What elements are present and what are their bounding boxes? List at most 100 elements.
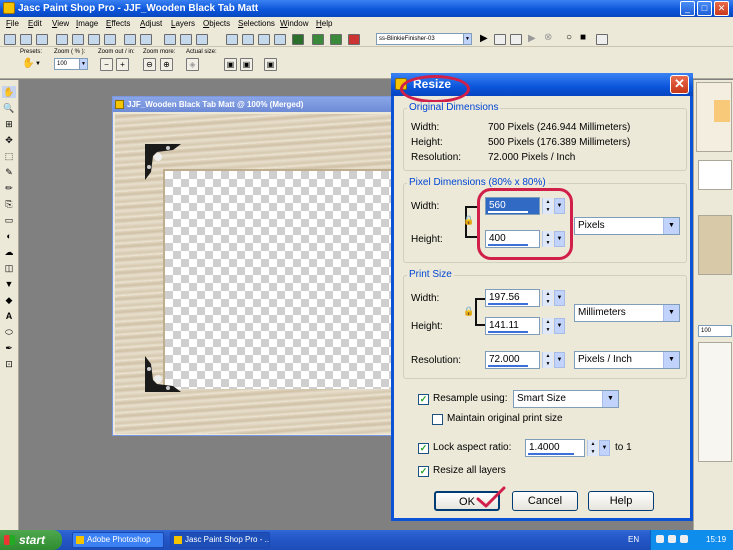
menu-window[interactable]: Window [280,17,308,31]
tray-icon[interactable] [656,535,664,543]
wooden-frame-image[interactable] [115,114,411,434]
preset-shape-tool-icon[interactable]: ⬭ [2,326,16,338]
menu-file[interactable]: File [6,17,19,31]
copy-icon[interactable] [88,34,100,45]
print-units-select[interactable]: Millimeters ▼ [574,304,680,322]
edit-script-icon[interactable] [494,34,506,45]
move-tool-icon[interactable]: ✥ [2,134,16,146]
redo-icon[interactable] [140,34,152,45]
menu-view[interactable]: View [52,17,69,31]
camera-icon[interactable] [180,34,192,45]
print-width-spinner[interactable]: ▲ ▼ [542,290,553,306]
materials-icon[interactable] [226,34,238,45]
zoom-in-icon[interactable]: + [116,58,129,71]
fit-image-icon[interactable]: ▣ [240,58,253,71]
resize-all-layers-checkbox[interactable]: ✓ [418,466,429,477]
print-height-dropdown[interactable]: ▼ [554,318,565,334]
print-height-spinner[interactable]: ▲ ▼ [542,318,553,334]
print-resolution-spinner[interactable]: ▲ ▼ [542,352,553,368]
layers-icon[interactable] [242,34,254,45]
menu-help[interactable]: Help [316,17,332,31]
window-fit-icon[interactable]: ▣ [264,58,277,71]
taskbar-item-paintshop[interactable]: Jasc Paint Shop Pro - ... [170,532,270,548]
taskbar-item-photoshop[interactable]: Adobe Photoshop [72,532,164,548]
new-file-icon[interactable] [4,34,16,45]
object-selector-tool-icon[interactable]: ⊡ [2,358,16,370]
menu-objects[interactable]: Objects [203,17,230,31]
print-height-input[interactable]: 141.11 [485,317,540,335]
app-icon[interactable] [3,2,15,14]
print-resolution-dropdown[interactable]: ▼ [554,352,565,368]
overview-icon[interactable] [274,34,286,45]
photo-landscape-icon[interactable] [312,34,324,45]
resolution-units-select[interactable]: Pixels / Inch ▼ [574,351,680,369]
maximize-button[interactable]: □ [697,1,712,16]
zoom-tool-icon[interactable]: 🔍 [2,102,16,114]
paste-icon[interactable] [104,34,116,45]
pause-icon[interactable]: ▶ [528,33,536,44]
text-tool-icon[interactable]: A [2,310,16,322]
maintain-print-checkbox[interactable] [432,414,443,425]
network-icon[interactable] [680,535,688,543]
color-swatch[interactable] [714,100,730,122]
menu-layers[interactable]: Layers [171,17,195,31]
photo-tree-icon[interactable] [330,34,342,45]
print-icon[interactable] [56,34,68,45]
document-title-bar[interactable]: JJF_Wooden Black Tab Matt @ 100% (Merged… [113,97,411,112]
resample-select[interactable]: Smart Size ▼ [513,390,619,408]
selection-tool-icon[interactable]: ⬚ [2,150,16,162]
script-select[interactable]: ss-BlinkieFinisher-03 ▼ [376,33,472,45]
browse-icon[interactable] [164,34,176,45]
deform-tool-icon[interactable]: ⊞ [2,118,16,130]
dropper-tool-icon[interactable]: ✎ [2,166,16,178]
cancel-button[interactable]: Cancel [512,491,578,511]
document-window[interactable]: JJF_Wooden Black Tab Matt @ 100% (Merged… [112,96,412,436]
resample-checkbox[interactable]: ✓ [418,394,429,405]
menu-image[interactable]: Image [76,17,98,31]
stop-icon[interactable]: ■ [580,32,586,43]
minimize-button[interactable]: _ [680,1,695,16]
layers-palette[interactable] [698,342,732,462]
aspect-ratio-dropdown[interactable]: ▼ [599,440,610,456]
dialog-close-button[interactable]: ✕ [670,75,689,94]
save-icon[interactable] [36,34,48,45]
language-indicator[interactable]: EN [628,530,639,550]
paint-brush-tool-icon[interactable]: ✏ [2,182,16,194]
eye-icon[interactable] [258,34,270,45]
menu-effects[interactable]: Effects [106,17,130,31]
speaker-icon[interactable] [668,535,676,543]
open-file-icon[interactable] [20,34,32,45]
pixel-units-select[interactable]: Pixels ▼ [574,217,680,235]
lighten-tool-icon[interactable]: ◐ [2,230,16,242]
actual-size-icon[interactable]: ◈ [186,58,199,71]
print-width-input[interactable]: 197.56 [485,289,540,307]
opacity-field[interactable]: 100 [698,325,732,337]
stop-script-icon[interactable]: ⊗ [544,32,552,43]
zoom-out-icon[interactable]: − [100,58,113,71]
menu-edit[interactable]: Edit [28,17,42,31]
fit-window-icon[interactable]: ▣ [224,58,237,71]
run-script-icon[interactable]: ▶ [480,33,488,44]
scanner-icon[interactable] [196,34,208,45]
clone-brush-tool-icon[interactable]: ⎘ [2,198,16,210]
flood-fill-tool-icon[interactable]: ▼ [2,278,16,290]
zoom-more-in-icon[interactable]: ⊕ [160,58,173,71]
undo-icon[interactable] [124,34,136,45]
print-resolution-input[interactable]: 72.000 [485,351,540,369]
pen-tool-icon[interactable]: ✒ [2,342,16,354]
clock[interactable]: 15:19 [706,535,726,544]
record-icon[interactable]: ○ [566,32,572,43]
pan-tool-icon[interactable]: ✋ [2,86,16,98]
picture-tube-tool-icon[interactable]: ◆ [2,294,16,306]
zoom-more-out-icon[interactable]: ⊖ [143,58,156,71]
aspect-ratio-spinner[interactable]: ▲ ▼ [587,440,598,456]
print-width-dropdown[interactable]: ▼ [554,290,565,306]
shape-tool-icon[interactable]: ▭ [2,214,16,226]
menu-adjust[interactable]: Adjust [140,17,162,31]
script-icon[interactable] [510,34,522,45]
save-script-icon[interactable] [596,34,608,45]
eraser-tool-icon[interactable]: ◫ [2,262,16,274]
zoom-input[interactable]: 100 ▼ [54,58,88,70]
start-button[interactable]: start [0,530,62,550]
swatch-panel[interactable] [698,160,732,190]
